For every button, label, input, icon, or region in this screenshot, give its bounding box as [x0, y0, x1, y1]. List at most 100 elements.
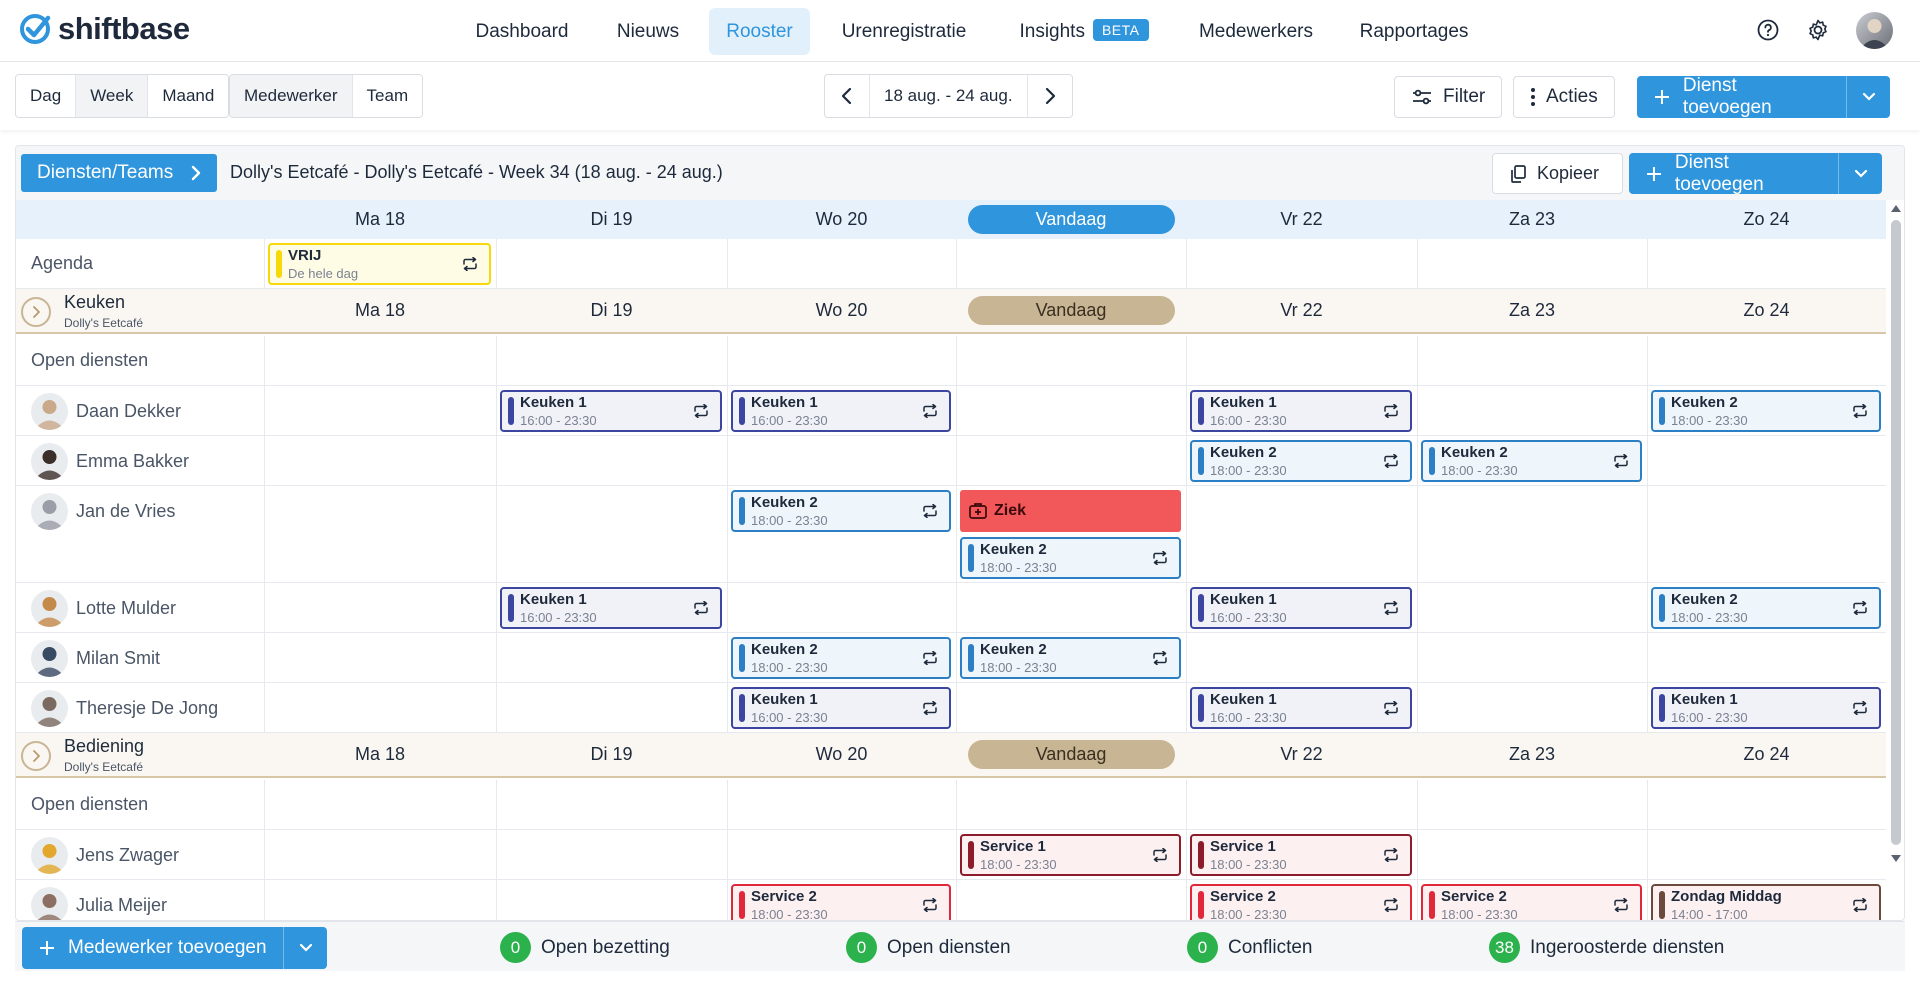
tab-dag[interactable]: Dag [16, 75, 77, 117]
diensten-teams-button[interactable]: Diensten/Teams [21, 154, 218, 192]
day-header[interactable]: Vandaag [956, 289, 1186, 332]
add-shift-schedule-dropdown[interactable] [1838, 153, 1882, 194]
logo[interactable]: shiftbase [18, 11, 190, 47]
day-cell[interactable] [1417, 583, 1647, 632]
day-cell[interactable] [956, 386, 1186, 435]
day-cell[interactable] [1186, 633, 1417, 682]
shift-card[interactable]: Keuken 2 18:00 - 23:30 [731, 637, 951, 679]
day-cell[interactable] [1417, 239, 1647, 288]
tab-week[interactable]: Week [76, 75, 149, 117]
repeat-icon[interactable] [921, 898, 939, 912]
shift-card[interactable]: Keuken 1 16:00 - 23:30 [1190, 587, 1412, 629]
previous-week-button[interactable] [825, 75, 869, 117]
day-header[interactable]: Ma 18 [264, 200, 496, 239]
acties-button[interactable]: Acties [1513, 76, 1615, 118]
day-header[interactable]: Di 19 [496, 200, 727, 239]
day-header[interactable]: Ma 18 [264, 733, 496, 776]
employee-name-cell[interactable]: Milan Smit [16, 633, 264, 683]
day-cell[interactable] [1417, 683, 1647, 732]
day-cell[interactable] [727, 336, 956, 385]
day-header[interactable]: Za 23 [1417, 289, 1647, 332]
repeat-icon[interactable] [1612, 454, 1630, 468]
day-cell[interactable] [956, 880, 1186, 920]
shift-card[interactable]: Keuken 2 18:00 - 23:30 [731, 490, 951, 532]
repeat-icon[interactable] [692, 404, 710, 418]
day-header[interactable]: Za 23 [1417, 200, 1647, 239]
shift-card[interactable]: Keuken 1 16:00 - 23:30 [500, 390, 722, 432]
day-header[interactable]: Vr 22 [1186, 733, 1417, 776]
shift-card[interactable]: Keuken 1 16:00 - 23:30 [731, 390, 951, 432]
filter-button[interactable]: Filter [1394, 76, 1503, 118]
shift-card[interactable]: Keuken 1 16:00 - 23:30 [731, 687, 951, 729]
nav-nieuws[interactable]: Nieuws [600, 8, 696, 55]
vertical-scrollbar[interactable] [1886, 200, 1904, 868]
repeat-icon[interactable] [921, 701, 939, 715]
day-cell[interactable] [1417, 336, 1647, 385]
day-header[interactable]: Za 23 [1417, 733, 1647, 776]
repeat-icon[interactable] [1151, 848, 1169, 862]
kopieer-button[interactable]: Kopieer [1492, 153, 1623, 194]
tab-medewerker[interactable]: Medewerker [230, 75, 353, 117]
employee-name-cell[interactable]: Daan Dekker [16, 386, 264, 436]
day-cell[interactable] [264, 880, 496, 920]
day-cell[interactable] [727, 780, 956, 829]
repeat-icon[interactable] [1382, 404, 1400, 418]
employee-name-cell[interactable]: Emma Bakker [16, 436, 264, 486]
employee-name-cell[interactable]: Jens Zwager [16, 830, 264, 880]
day-cell[interactable] [727, 583, 956, 632]
day-header[interactable]: Wo 20 [727, 733, 956, 776]
day-cell[interactable] [1647, 830, 1886, 879]
day-cell[interactable] [1417, 486, 1647, 582]
scroll-down-icon[interactable] [1891, 855, 1901, 863]
nav-insights[interactable]: Insights BETA [1004, 8, 1164, 55]
shift-card[interactable]: Keuken 2 18:00 - 23:30 [1651, 390, 1881, 432]
employee-name-cell[interactable]: Julia Meijer [16, 880, 264, 920]
gear-icon[interactable] [1805, 17, 1831, 43]
nav-urenregistratie[interactable]: Urenregistratie [828, 8, 980, 55]
day-cell[interactable] [1647, 336, 1886, 385]
day-header[interactable]: Vr 22 [1186, 289, 1417, 332]
repeat-icon[interactable] [1382, 601, 1400, 615]
day-cell[interactable] [496, 336, 727, 385]
day-header[interactable]: Zo 24 [1647, 733, 1886, 776]
nav-medewerkers[interactable]: Medewerkers [1186, 8, 1326, 55]
shift-card[interactable]: Keuken 1 16:00 - 23:30 [1190, 390, 1412, 432]
expand-team-button[interactable] [21, 741, 51, 771]
day-cell[interactable] [1417, 633, 1647, 682]
nav-rapportages[interactable]: Rapportages [1350, 8, 1478, 55]
day-cell[interactable] [264, 436, 496, 485]
shift-card[interactable]: Service 2 18:00 - 23:30 [731, 884, 951, 920]
shift-card[interactable]: Keuken 2 18:00 - 23:30 [960, 637, 1181, 679]
sick-absence-card[interactable]: Ziek [960, 490, 1181, 532]
help-icon[interactable] [1755, 17, 1781, 43]
add-shift-dropdown[interactable] [1846, 76, 1890, 118]
day-cell[interactable] [727, 436, 956, 485]
stat-open-bezetting[interactable]: 0 Open bezetting [500, 932, 670, 963]
scroll-up-icon[interactable] [1891, 204, 1901, 212]
day-cell[interactable] [1417, 780, 1647, 829]
repeat-icon[interactable] [1382, 701, 1400, 715]
day-cell[interactable] [264, 633, 496, 682]
repeat-icon[interactable] [921, 651, 939, 665]
day-cell[interactable] [264, 583, 496, 632]
repeat-icon[interactable] [461, 257, 479, 271]
day-cell[interactable] [496, 880, 727, 920]
stat-conflicten[interactable]: 0 Conflicten [1187, 932, 1313, 963]
day-cell[interactable] [1417, 386, 1647, 435]
repeat-icon[interactable] [1851, 701, 1869, 715]
day-cell[interactable] [956, 336, 1186, 385]
day-cell[interactable] [956, 239, 1186, 288]
shift-card[interactable]: Keuken 2 18:00 - 23:30 [1651, 587, 1881, 629]
repeat-icon[interactable] [1382, 454, 1400, 468]
shift-card[interactable]: Keuken 2 18:00 - 23:30 [960, 537, 1181, 579]
repeat-icon[interactable] [1851, 404, 1869, 418]
day-cell[interactable] [956, 583, 1186, 632]
day-cell[interactable] [956, 683, 1186, 732]
day-cell[interactable] [496, 830, 727, 879]
stat-open-diensten[interactable]: 0 Open diensten [846, 932, 1011, 963]
shift-card[interactable]: Service 1 18:00 - 23:30 [960, 834, 1181, 876]
day-cell[interactable] [1647, 780, 1886, 829]
repeat-icon[interactable] [1151, 551, 1169, 565]
day-cell[interactable] [1647, 239, 1886, 288]
day-cell[interactable] [264, 830, 496, 879]
